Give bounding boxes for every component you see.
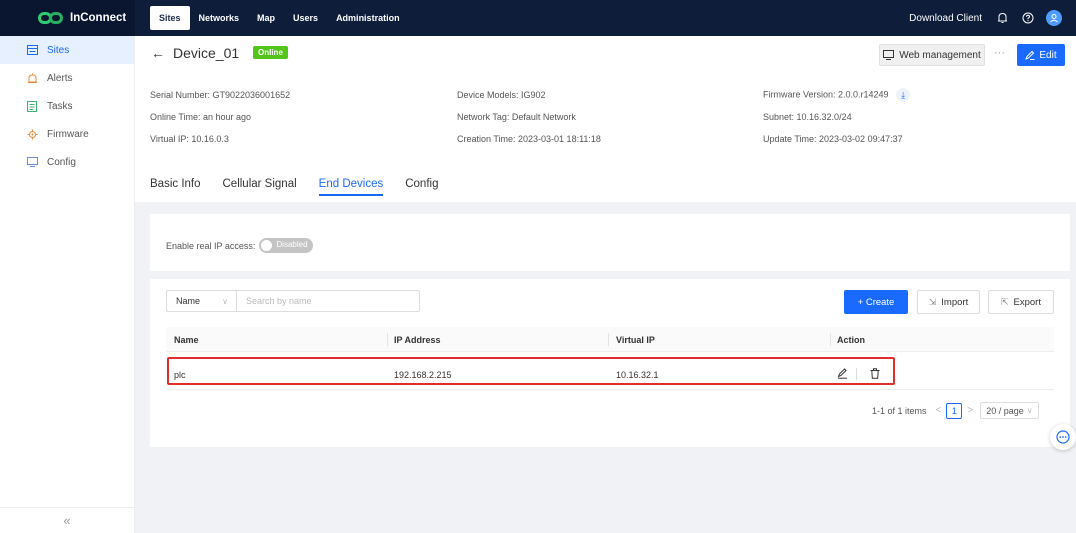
import-icon: ⇲ — [928, 296, 937, 307]
network-tag: Network Tag: Default Network — [457, 112, 576, 122]
real-ip-card: Enable real IP access: Disabled — [150, 214, 1070, 271]
topnav-users[interactable]: Users — [284, 6, 327, 30]
edit-label: Edit — [1039, 49, 1057, 61]
sidebar-item-config[interactable]: Config — [0, 148, 134, 176]
column-header-name: Name — [174, 335, 199, 345]
update-time: Update Time: 2023-03-02 09:47:37 — [763, 134, 903, 144]
tab-config[interactable]: Config — [405, 178, 438, 196]
pagination: 1-1 of 1 items < 1 > 20 / page ∨ — [872, 402, 1039, 419]
serial-number: Serial Number: GT9022036001652 — [150, 90, 291, 100]
column-header-virtual-ip: Virtual IP — [616, 335, 655, 345]
device-model: Device Models: IG902 — [457, 90, 546, 100]
search-filter: Name ∨ — [166, 290, 420, 312]
export-button[interactable]: ⇱ Export — [988, 290, 1054, 314]
topnav-networks[interactable]: Networks — [190, 6, 249, 30]
import-label: Import — [941, 296, 969, 308]
sites-icon — [26, 44, 38, 56]
app-logo[interactable]: InConnect — [0, 0, 135, 36]
top-right-actions: Download Client — [909, 0, 1076, 36]
toggle-knob — [261, 240, 273, 251]
sidebar-item-tasks[interactable]: Tasks — [0, 92, 134, 120]
tab-basic-info[interactable]: Basic Info — [150, 178, 201, 196]
create-button[interactable]: + Create — [844, 290, 908, 314]
page-1-button[interactable]: 1 — [946, 402, 963, 419]
sidebar-item-alerts[interactable]: Alerts — [0, 64, 134, 92]
tab-cellular-signal[interactable]: Cellular Signal — [223, 178, 297, 196]
chat-support-button[interactable] — [1050, 424, 1076, 450]
import-button[interactable]: ⇲ Import — [917, 290, 980, 314]
virtual-ip: Virtual IP: 10.16.0.3 — [150, 134, 229, 144]
app-name: InConnect — [70, 12, 127, 24]
creation-time: Creation Time: 2023-03-01 18:11:18 — [457, 134, 601, 144]
alert-icon — [26, 72, 38, 84]
topnav-administration[interactable]: Administration — [327, 6, 409, 30]
edit-icon — [1025, 50, 1035, 60]
chat-icon — [1056, 430, 1070, 444]
device-header: ← Device_01 Online Web management ··· Ed… — [135, 36, 1076, 202]
web-management-label: Web management — [899, 49, 981, 61]
topnav-map[interactable]: Map — [248, 6, 284, 30]
chevron-down-icon: ∨ — [1026, 406, 1033, 415]
sidebar-item-firmware[interactable]: Firmware — [0, 120, 134, 148]
topnav-sites[interactable]: Sites — [150, 6, 190, 30]
tasks-icon — [26, 100, 38, 112]
firmware-version-row: Firmware Version: 2.0.0.r14249 ⤓ — [763, 88, 911, 102]
firmware-version: Firmware Version: 2.0.0.r14249 — [763, 89, 889, 100]
page-size-value: 20 / page — [986, 405, 1024, 416]
edit-button[interactable]: Edit — [1017, 44, 1065, 66]
top-bar: InConnect Sites Networks Map Users Admin… — [0, 0, 1076, 36]
firmware-icon — [26, 128, 38, 140]
back-arrow-icon[interactable]: ← — [151, 45, 165, 61]
sidebar-item-label: Firmware — [47, 128, 89, 140]
sidebar-collapse-button[interactable]: « — [0, 507, 134, 533]
inconnect-logo-icon — [38, 12, 64, 24]
export-icon: ⇱ — [1000, 296, 1009, 307]
column-divider — [387, 333, 388, 346]
column-divider — [608, 333, 609, 346]
column-header-ip-address: IP Address — [394, 335, 441, 345]
real-ip-label: Enable real IP access: — [166, 240, 256, 251]
sidebar-item-sites[interactable]: Sites — [0, 36, 134, 64]
user-avatar[interactable] — [1046, 10, 1062, 26]
firmware-download-icon[interactable]: ⤓ — [896, 88, 911, 102]
prev-page-button[interactable]: < — [936, 405, 942, 416]
status-badge: Online — [253, 46, 288, 59]
page-title: Device_01 — [173, 45, 240, 61]
highlight-box — [167, 357, 895, 385]
filter-field-select[interactable]: Name ∨ — [167, 291, 237, 311]
bell-icon[interactable] — [996, 12, 1009, 25]
device-tabs: Basic Info Cellular Signal End Devices C… — [150, 178, 460, 196]
page-size-select[interactable]: 20 / page ∨ — [980, 402, 1039, 419]
sidebar-item-label: Config — [47, 156, 76, 168]
search-input[interactable] — [237, 296, 407, 306]
filter-field-value: Name — [176, 296, 201, 306]
config-icon — [26, 156, 38, 168]
monitor-icon — [883, 50, 895, 60]
download-client-link[interactable]: Download Client — [909, 13, 982, 24]
next-page-button[interactable]: > — [967, 405, 973, 416]
real-ip-setting: Enable real IP access: Disabled — [166, 238, 314, 253]
web-management-button[interactable]: Web management — [879, 44, 985, 66]
column-divider — [830, 333, 831, 346]
more-menu-button[interactable]: ··· — [994, 47, 1005, 59]
pagination-summary: 1-1 of 1 items — [872, 405, 927, 416]
real-ip-toggle[interactable]: Disabled — [259, 238, 314, 253]
export-label: Export — [1013, 296, 1041, 308]
sidebar-item-label: Tasks — [47, 100, 73, 112]
tab-end-devices[interactable]: End Devices — [318, 178, 384, 196]
toggle-label: Disabled — [276, 240, 308, 249]
online-time: Online Time: an hour ago — [150, 112, 252, 122]
table-header: Name IP Address Virtual IP Action — [166, 327, 1054, 352]
column-header-action: Action — [837, 335, 865, 345]
sidebar-item-label: Sites — [47, 44, 70, 56]
top-nav: Sites Networks Map Users Administration — [150, 0, 409, 36]
help-icon[interactable] — [1021, 12, 1034, 25]
subnet: Subnet: 10.16.32.0/24 — [763, 112, 852, 122]
sidebar: Sites Alerts Tasks Firmware Config « — [0, 36, 135, 533]
sidebar-item-label: Alerts — [47, 72, 73, 84]
chevron-down-icon: ∨ — [222, 296, 228, 306]
